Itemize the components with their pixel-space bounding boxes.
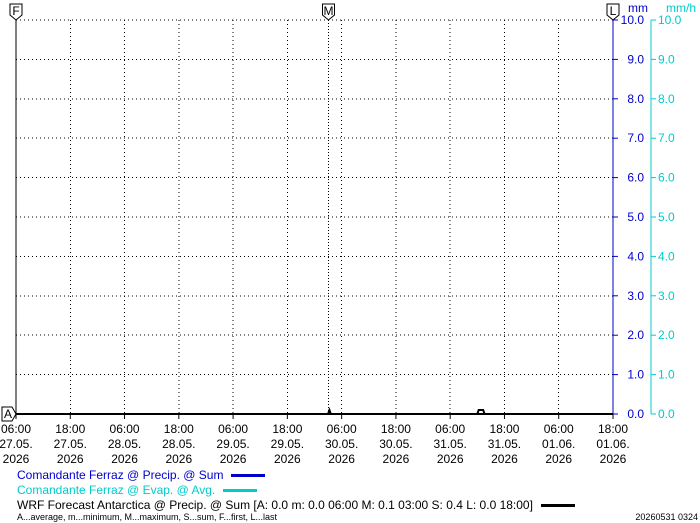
x-tick-label: 06:00: [544, 422, 574, 436]
x-tick-label: 2026: [3, 452, 30, 466]
x-tick-label: 2026: [57, 452, 84, 466]
x-tick-label: 2026: [220, 452, 247, 466]
footnote-abbreviations: A...average, m...minimum, M...maximum, S…: [17, 512, 278, 522]
x-tick-label: 01.06.: [542, 437, 575, 451]
x-tick-label: 31.05.: [433, 437, 466, 451]
chart-series: [16, 406, 613, 415]
legend-item-precip: Comandante Ferraz @ Precip. @ Sum: [17, 468, 266, 482]
marker-average: A: [1, 406, 17, 422]
x-tick-label: 18:00: [489, 422, 519, 436]
marker-average-letter: A: [4, 407, 12, 421]
marker-max: M: [322, 3, 335, 21]
legend-item-wrf: WRF Forecast Antarctica @ Precip. @ Sum …: [17, 498, 575, 512]
x-tick-label: 2026: [437, 452, 464, 466]
footnote-timestamp: 20260531 0324: [635, 512, 698, 522]
x-tick-label: 06:00: [327, 422, 357, 436]
y-tick-label-left: 0.0: [627, 407, 644, 421]
y-tick-label-right: 10.0: [658, 13, 682, 27]
y-tick-label-right: 2.0: [658, 328, 675, 342]
y-tick-label-right: 6.0: [658, 171, 675, 185]
x-tick-label: 06:00: [110, 422, 140, 436]
x-tick-label: 2026: [111, 452, 138, 466]
chart-grid: [15, 19, 614, 415]
y-unit-left: mm: [628, 1, 648, 15]
y-tick-label-left: 8.0: [627, 92, 644, 106]
y-tick-label-right: 5.0: [658, 210, 675, 224]
marker-last: L: [606, 3, 620, 21]
x-tick-label: 2026: [600, 452, 627, 466]
y-tick-label-right: 9.0: [658, 52, 675, 66]
chart-tick-labels: 0.0 0.0 1.0 1.0 2.0 2.0 3.0 3.0 4.0 4.0 5.0 5.0 6.0 6…: [0, 1, 696, 466]
x-tick-label: 06:00: [1, 422, 31, 436]
marker-first-letter: F: [12, 4, 19, 18]
x-tick-label: 28.05.: [162, 437, 195, 451]
chart-markers: F M L A: [1, 3, 620, 422]
legend-swatch-wrf: [540, 503, 575, 507]
y-tick-label-right: 0.0: [658, 407, 675, 421]
legend-item-evap: Comandante Ferraz @ Evap. @ Avg.: [17, 483, 258, 497]
x-tick-label: 18:00: [272, 422, 302, 436]
y-tick-label-left: 7.0: [627, 131, 644, 145]
x-tick-label: 2026: [165, 452, 192, 466]
x-tick-label: 30.05.: [325, 437, 358, 451]
y-tick-label-left: 4.0: [627, 249, 644, 263]
legend-label-precip: Comandante Ferraz @ Precip. @ Sum: [17, 468, 224, 482]
y-tick-label-left: 10.0: [621, 13, 645, 27]
x-tick-label: 2026: [274, 452, 301, 466]
legend-swatch-precip: [231, 473, 266, 477]
chart-axes: [15, 19, 656, 419]
y-tick-label-left: 1.0: [627, 368, 644, 382]
y-tick-label-right: 3.0: [658, 289, 675, 303]
y-tick-label-right: 7.0: [658, 131, 675, 145]
x-tick-label: 29.05.: [271, 437, 304, 451]
x-tick-label: 2026: [383, 452, 410, 466]
x-tick-label: 06:00: [435, 422, 465, 436]
x-tick-label: 18:00: [598, 422, 628, 436]
legend-label-evap: Comandante Ferraz @ Evap. @ Avg.: [17, 483, 216, 497]
y-tick-label-left: 5.0: [627, 210, 644, 224]
y-tick-label-right: 1.0: [658, 368, 675, 382]
legend-swatch-evap: [223, 488, 258, 492]
y-tick-label-left: 6.0: [627, 171, 644, 185]
x-tick-label: 30.05.: [379, 437, 412, 451]
chart: 0.0 0.0 1.0 1.0 2.0 2.0 3.0 3.0 4.0 4.0 5.0 5.0 6.0 6…: [0, 1, 696, 466]
marker-max-letter: M: [324, 4, 334, 18]
series-line-wrf: [16, 406, 613, 415]
x-tick-label: 01.06.: [596, 437, 629, 451]
y-tick-label-left: 3.0: [627, 289, 644, 303]
y-tick-label-left: 2.0: [627, 328, 644, 342]
x-tick-label: 27.05.: [54, 437, 87, 451]
x-tick-label: 28.05.: [108, 437, 141, 451]
x-tick-label: 27.05.: [0, 437, 33, 451]
y-unit-right: mm/h: [666, 1, 696, 15]
x-tick-label: 18:00: [381, 422, 411, 436]
legend-label-wrf: WRF Forecast Antarctica @ Precip. @ Sum …: [17, 498, 533, 512]
x-tick-label: 2026: [491, 452, 518, 466]
x-tick-label: 18:00: [164, 422, 194, 436]
x-tick-label: 31.05.: [488, 437, 521, 451]
x-tick-label: 2026: [545, 452, 572, 466]
x-tick-label: 29.05.: [216, 437, 249, 451]
y-tick-label-right: 4.0: [658, 249, 675, 263]
x-tick-label: 06:00: [218, 422, 248, 436]
marker-first: F: [9, 3, 23, 21]
marker-last-letter: L: [610, 4, 617, 18]
y-tick-label-right: 8.0: [658, 92, 675, 106]
y-tick-label-left: 9.0: [627, 52, 644, 66]
x-tick-label: 18:00: [55, 422, 85, 436]
x-tick-label: 2026: [328, 452, 355, 466]
